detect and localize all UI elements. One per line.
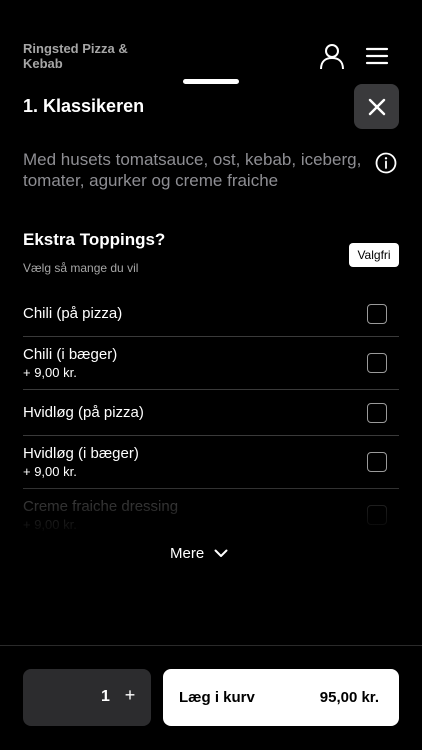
optional-badge: Valgfri bbox=[349, 243, 399, 267]
topping-option[interactable]: Chili (på pizza) bbox=[23, 290, 399, 337]
topping-option[interactable]: Hvidløg (i bæger) + 9,00 kr. bbox=[23, 436, 399, 489]
restaurant-name[interactable]: Ringsted Pizza & Kebab bbox=[23, 41, 153, 71]
hamburger-menu-icon[interactable] bbox=[364, 46, 390, 66]
option-price: + 9,00 kr. bbox=[23, 517, 77, 532]
close-button[interactable] bbox=[354, 84, 399, 129]
close-icon bbox=[368, 98, 385, 115]
product-description: Med husets tomatsauce, ost, kebab, icebe… bbox=[23, 150, 362, 190]
show-more-label: Mere bbox=[170, 544, 205, 562]
quantity-increase-button[interactable]: + bbox=[121, 685, 139, 707]
app-header: Ringsted Pizza & Kebab bbox=[0, 0, 422, 80]
topping-option-list: Chili (på pizza) Chili (i bæger) + 9,00 … bbox=[23, 290, 399, 538]
quantity-value: 1 bbox=[101, 688, 110, 705]
info-icon[interactable] bbox=[375, 152, 397, 174]
product-title: 1. Klassikeren bbox=[23, 96, 145, 116]
topping-option[interactable]: Hvidløg (på pizza) bbox=[23, 390, 399, 436]
option-name: Hvidløg (på pizza) bbox=[23, 404, 144, 421]
option-checkbox[interactable] bbox=[367, 353, 387, 373]
add-to-cart-label: Læg i kurv bbox=[179, 689, 255, 706]
topping-group-title: Ekstra Toppings? bbox=[23, 230, 166, 249]
option-checkbox[interactable] bbox=[367, 304, 387, 324]
option-price: + 9,00 kr. bbox=[23, 365, 77, 380]
sheet-drag-handle[interactable] bbox=[183, 79, 239, 84]
option-name: Creme fraiche dressing bbox=[23, 498, 179, 515]
option-name: Chili (på pizza) bbox=[23, 305, 123, 322]
topping-option[interactable]: Creme fraiche dressing + 9,00 kr. bbox=[23, 489, 399, 538]
user-icon[interactable] bbox=[318, 42, 346, 70]
show-more-button[interactable]: Mere bbox=[170, 541, 228, 565]
option-name: Hvidløg (i bæger) bbox=[23, 445, 139, 462]
option-checkbox[interactable] bbox=[367, 403, 387, 423]
option-price: + 9,00 kr. bbox=[23, 464, 77, 479]
option-checkbox[interactable] bbox=[367, 452, 387, 472]
total-price: 95,00 kr. bbox=[319, 689, 379, 706]
chevron-down-icon bbox=[214, 549, 228, 557]
option-checkbox[interactable] bbox=[367, 505, 387, 525]
option-name: Chili (i bæger) bbox=[23, 346, 118, 363]
add-to-cart-button[interactable]: Læg i kurv 95,00 kr. bbox=[163, 669, 399, 726]
topping-option[interactable]: Chili (i bæger) + 9,00 kr. bbox=[23, 337, 399, 390]
topping-group-subtitle: Vælg så mange du vil bbox=[23, 261, 139, 275]
quantity-stepper: 1 + bbox=[23, 669, 151, 726]
footer-divider bbox=[0, 645, 422, 646]
